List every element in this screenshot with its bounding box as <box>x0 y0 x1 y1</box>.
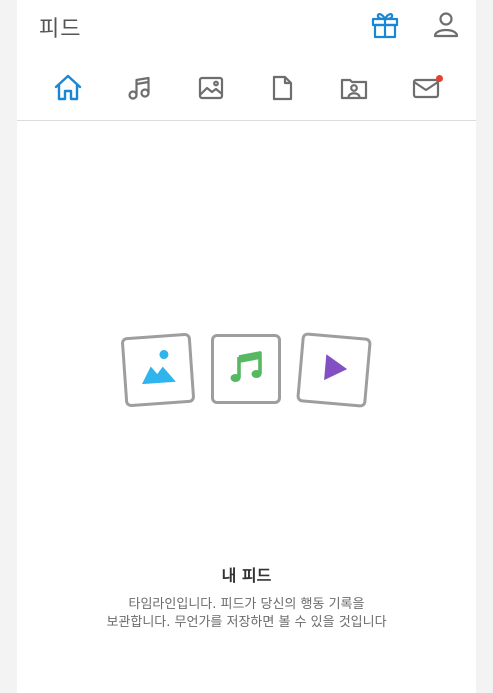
gift-icon[interactable] <box>369 8 401 40</box>
tab-bar <box>17 60 476 121</box>
tab-document[interactable] <box>260 68 304 112</box>
tab-photo[interactable] <box>189 68 233 112</box>
app-screen: 피드 내 피드 타임라인입니다. 피드가 당신의 행동 기록을 보관합니다. 무… <box>17 0 476 693</box>
music-note-icon <box>227 348 265 390</box>
photo-icon <box>135 346 180 395</box>
document-icon <box>268 74 296 106</box>
empty-state-illustration <box>17 320 476 420</box>
play-icon <box>316 351 351 390</box>
empty-state-description: 타임라인입니다. 피드가 당신의 행동 기록을 보관합니다. 무언가를 저장하면… <box>17 596 476 632</box>
empty-state-title: 내 피드 <box>221 566 272 585</box>
description-line-2: 보관합니다. 무언가를 저장하면 볼 수 있을 것입니다 <box>106 615 387 630</box>
photo-card <box>120 332 196 408</box>
image-icon <box>197 74 225 106</box>
music-note-icon <box>125 74 153 106</box>
page-title: 피드 <box>39 17 82 42</box>
person-folder-icon <box>339 74 369 106</box>
music-card <box>211 334 281 404</box>
notification-badge <box>436 75 443 82</box>
tab-mail[interactable] <box>404 68 448 112</box>
tab-home[interactable] <box>46 68 90 112</box>
header: 피드 <box>17 0 476 52</box>
person-icon[interactable] <box>430 8 462 40</box>
tab-music[interactable] <box>117 68 161 112</box>
tab-folder[interactable] <box>332 68 376 112</box>
video-card <box>296 332 372 408</box>
description-line-1: 타임라인입니다. 피드가 당신의 행동 기록을 <box>128 597 365 612</box>
home-icon <box>53 73 83 107</box>
